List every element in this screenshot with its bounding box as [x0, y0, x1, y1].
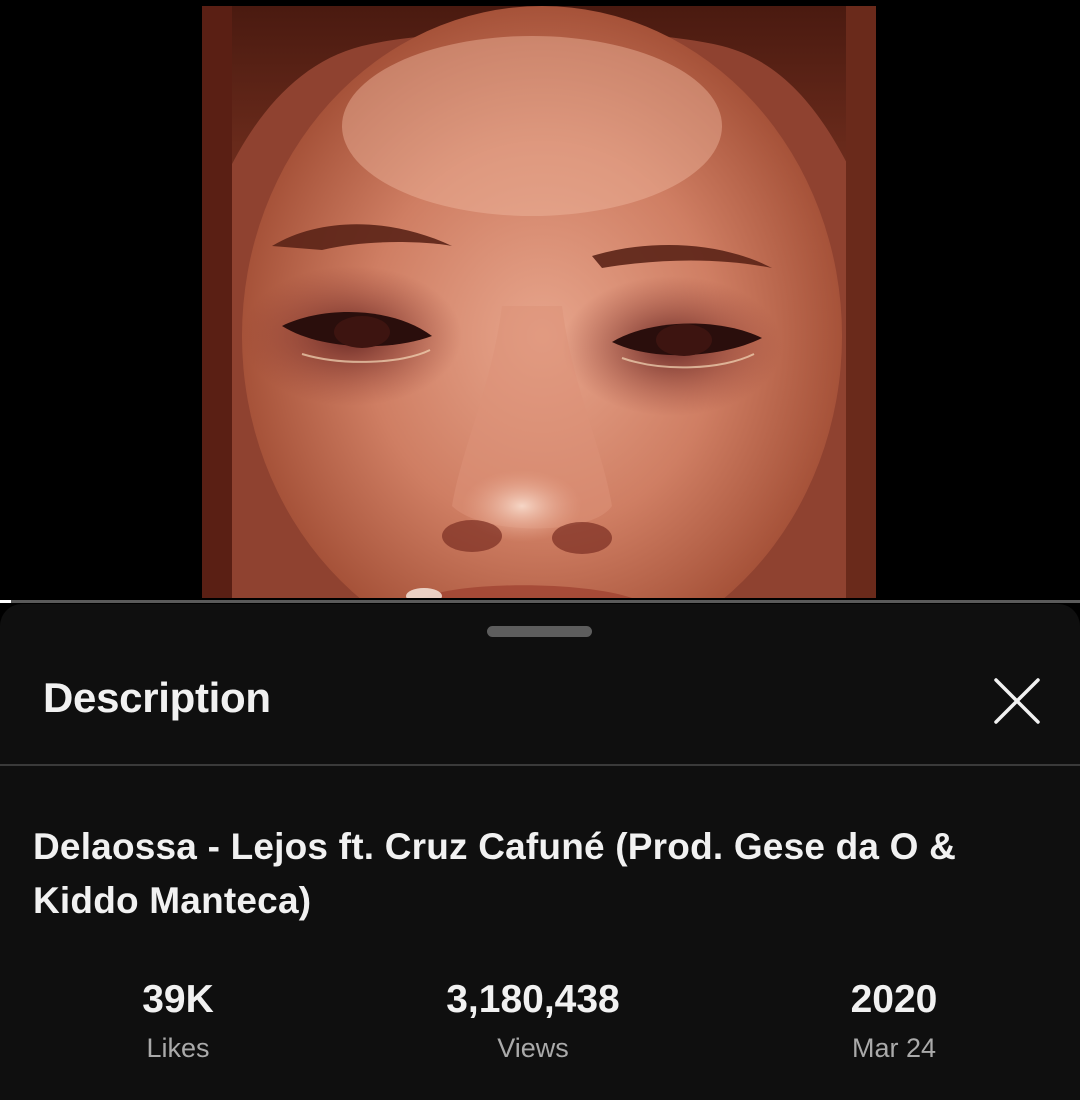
video-player[interactable] [0, 0, 1080, 605]
views-label: Views [497, 1033, 569, 1063]
drag-handle[interactable] [487, 626, 592, 637]
upload-date: Mar 24 [851, 1033, 937, 1063]
likes-count: 39K [142, 978, 214, 1021]
divider [0, 764, 1080, 766]
sheet-title: Description [43, 674, 271, 721]
progress-bar-fill [0, 600, 11, 603]
description-sheet: Description Delaossa - Lejos ft. Cruz Ca… [0, 604, 1080, 1100]
views-stat: 3,180,438 Views [383, 976, 683, 1064]
likes-stat: 39K Likes [28, 976, 328, 1064]
likes-label: Likes [146, 1033, 210, 1063]
video-thumbnail-face [202, 6, 876, 598]
upload-year: 2020 [850, 978, 938, 1021]
views-count: 3,180,438 [446, 978, 620, 1021]
close-icon [984, 668, 1050, 734]
progress-bar[interactable] [0, 600, 1080, 603]
video-frame[interactable] [202, 6, 876, 598]
video-title: Delaossa - Lejos ft. Cruz Cafuné (Prod. … [33, 826, 957, 921]
close-button[interactable] [984, 668, 1050, 734]
upload-date-stat: 2020 Mar 24 [744, 976, 1044, 1064]
screen: Description Delaossa - Lejos ft. Cruz Ca… [0, 0, 1080, 1100]
